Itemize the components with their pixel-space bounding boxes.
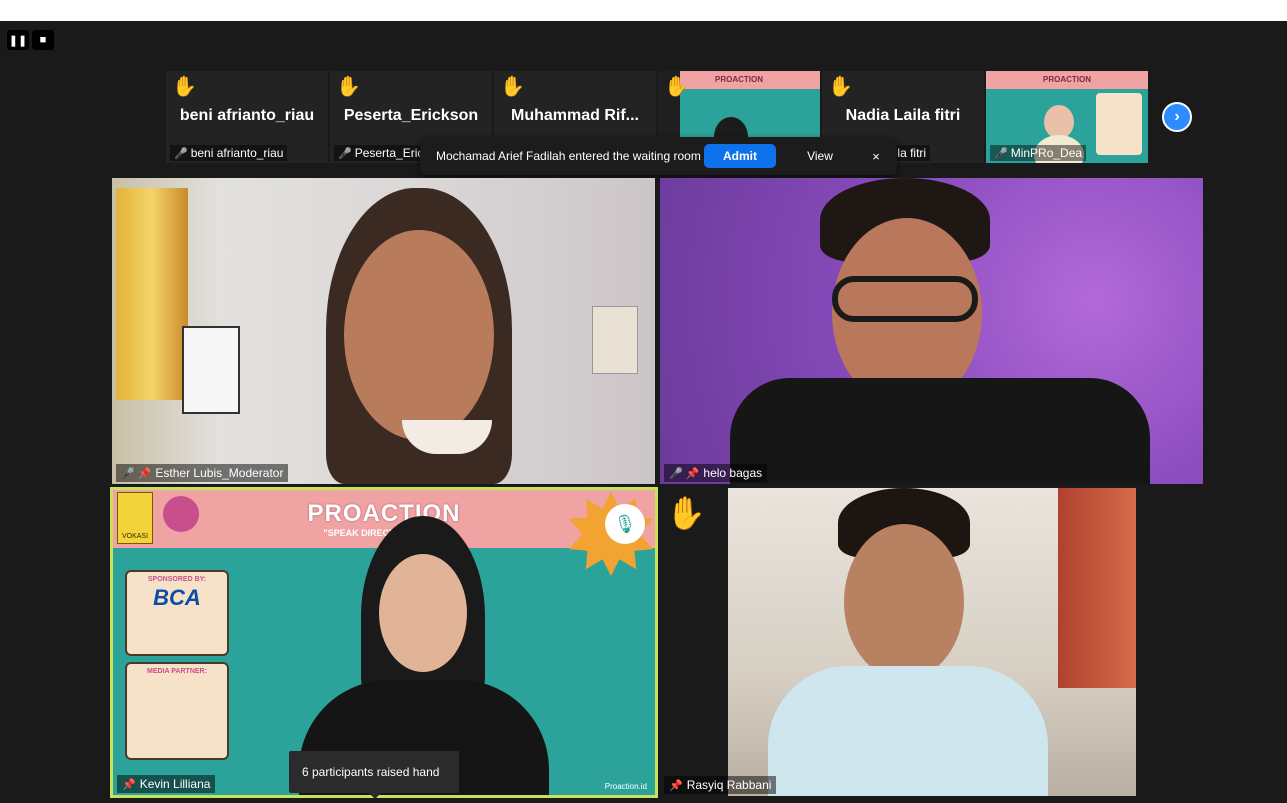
mic-off-icon: 🎤 [994, 148, 1008, 160]
chevron-right-icon: › [1174, 108, 1180, 125]
view-button[interactable]: View [800, 144, 840, 168]
thumbnail-name-tag: 🎤 beni afrianto_riau [170, 145, 288, 161]
raised-hands-count-text: 6 participants raised hand [302, 765, 440, 779]
participant-glasses [832, 276, 978, 322]
thumbnail-minpro-dea[interactable]: PROACTION 🎤 MinPRo_Dea [986, 71, 1148, 163]
participant-name-tag: 🎤 📌 helo bagas [664, 464, 768, 482]
participant-shirt [768, 666, 1048, 796]
mic-off-icon: 🎤 [121, 468, 135, 480]
video-frame [728, 488, 1136, 796]
video-tile-rasyiq[interactable]: ✋ 📌 Rasyiq Rabbani [660, 488, 1203, 796]
slide-social-handle: Proaction.id [604, 782, 647, 791]
whiteboard [182, 326, 240, 414]
waiting-room-notification: Mochamad Arief Fadilah entered the waiti… [420, 137, 897, 175]
participant-name: helo bagas [703, 466, 763, 480]
participant-face [344, 230, 494, 440]
pause-recording-button[interactable]: ❚❚ [7, 30, 29, 50]
video-tile-esther[interactable]: 🎤 📌 Esther Lubis_Moderator [112, 178, 655, 484]
media-partner-label: MEDIA PARTNER: [147, 668, 207, 675]
raised-hands-tooltip: 6 participants raised hand [289, 751, 459, 799]
mic-off-icon: 🎤 [669, 468, 683, 480]
participant-name: Kevin Lilliana [139, 777, 211, 791]
pin-icon: 📌 [685, 468, 700, 480]
thumbnail-slide-title: PROACTION [986, 71, 1148, 89]
window-curtain [1058, 488, 1136, 688]
video-tile-helo[interactable]: 🎤 📌 helo bagas [660, 178, 1203, 484]
wall-calendar [592, 306, 638, 374]
sponsor-logo: BCA [153, 585, 201, 610]
admit-button[interactable]: Admit [704, 144, 776, 168]
waiting-room-message: Mochamad Arief Fadilah entered the waiti… [436, 149, 701, 163]
pause-icon: ❚❚ [8, 34, 28, 47]
participant-name: Esther Lubis_Moderator [155, 466, 284, 480]
thumbnail-name-tag: 🎤 MinPRo_Dea [990, 145, 1087, 161]
raised-hand-icon: ✋ [666, 495, 706, 531]
thumbnail-display-name: Peserta_Erickson [343, 107, 479, 124]
next-page-button[interactable]: › [1162, 102, 1192, 132]
participant-face [1044, 105, 1074, 139]
pin-icon: 📌 [669, 780, 683, 792]
mic-off-icon: 🎤 [174, 148, 188, 160]
thumbnail-display-name: Nadia Laila fitri [845, 107, 961, 124]
sponsor-card: SPONSORED BY: BCA [125, 570, 229, 656]
thumbnail-display-name: beni afrianto_riau [179, 107, 315, 124]
pin-icon: 📌 [137, 468, 152, 480]
participant-face [844, 524, 964, 680]
stop-recording-button[interactable]: ■ [32, 30, 54, 50]
sponsored-label: SPONSORED BY: [147, 576, 207, 583]
participant-shirt [730, 378, 1150, 484]
raised-hand-icon: ✋ [336, 76, 361, 98]
raised-hand-icon: ✋ [172, 76, 197, 98]
pin-icon: 📌 [122, 779, 136, 791]
thumbnail-name: MinPRo_Dea [1010, 146, 1083, 160]
raised-hand-icon: ✋ [664, 76, 689, 98]
top-white-strip [0, 0, 1287, 21]
raised-hand-icon: ✋ [828, 76, 853, 98]
thumbnail-name: beni afrianto_riau [190, 146, 284, 160]
media-partner-card: MEDIA PARTNER: [125, 662, 229, 760]
participant-face [379, 554, 467, 672]
podcast-mic-icon: 🎙 [605, 504, 645, 544]
participant-name-tag: 🎤 📌 Esther Lubis_Moderator [116, 464, 289, 482]
participant-name: Rasyiq Rabbani [686, 778, 772, 792]
thumbnail-display-name: Muhammad Rif... [510, 107, 639, 124]
stop-icon: ■ [39, 34, 47, 46]
close-notification-button[interactable]: × [866, 144, 886, 168]
slide-sponsor-card [1096, 93, 1142, 155]
raised-hand-icon: ✋ [500, 76, 525, 98]
participant-name-tag: 📌 Rasyiq Rabbani [664, 776, 777, 794]
thumbnail-beni[interactable]: ✋ beni afrianto_riau 🎤 beni afrianto_riau [166, 71, 328, 163]
window-curtain [116, 188, 188, 400]
participant-name-tag: 📌 Kevin Lilliana [117, 775, 216, 793]
mic-off-icon: 🎤 [338, 148, 352, 160]
